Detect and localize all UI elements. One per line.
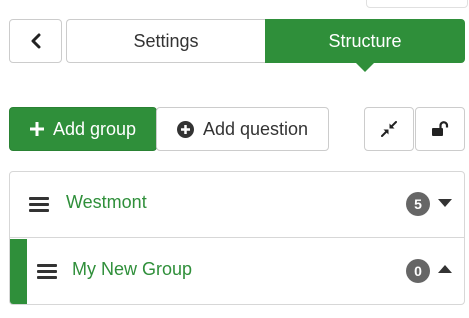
- tab-bar: Settings Structure: [9, 19, 465, 72]
- tab-settings-label: Settings: [133, 30, 199, 51]
- chevron-left-icon: [31, 33, 40, 49]
- tab-structure-label: Structure: [328, 30, 402, 51]
- collapse-all-button[interactable]: [364, 107, 414, 151]
- unlock-button[interactable]: [415, 107, 465, 151]
- back-button[interactable]: [9, 19, 62, 63]
- drag-handle-icon[interactable]: [29, 197, 49, 213]
- caret-up-icon[interactable]: [438, 265, 452, 273]
- add-group-button[interactable]: Add group: [9, 107, 157, 151]
- group-row-my-new-group[interactable]: My New Group 0: [10, 239, 464, 304]
- plus-icon: [29, 122, 44, 136]
- drag-handle-icon[interactable]: [37, 264, 57, 280]
- question-count-badge: 0: [406, 259, 430, 283]
- tab-settings[interactable]: Settings: [66, 19, 265, 63]
- group-row-westmont[interactable]: Westmont 5: [10, 172, 464, 238]
- question-group-list: Westmont 5 My New Group 0: [9, 171, 465, 305]
- caret-down-icon[interactable]: [438, 199, 452, 207]
- question-count-badge: 5: [406, 192, 430, 216]
- top-input-edge: [366, 0, 468, 8]
- group-name[interactable]: My New Group: [72, 259, 192, 280]
- structure-toolbar: Add group Add question: [9, 107, 465, 153]
- active-tab-caret: [355, 62, 375, 72]
- tab-group: Settings Structure: [66, 19, 465, 72]
- compress-icon: [381, 121, 397, 137]
- add-question-button[interactable]: Add question: [156, 107, 329, 151]
- add-group-label: Add group: [52, 118, 137, 139]
- tab-structure[interactable]: Structure: [265, 19, 465, 72]
- unlock-icon: [432, 121, 449, 136]
- selected-group-accent: [10, 239, 27, 304]
- group-name[interactable]: Westmont: [66, 192, 147, 213]
- add-question-label: Add question: [202, 118, 309, 139]
- plus-circle-icon: [176, 120, 194, 138]
- survey-structure-panel: Settings Structure Add group Add questio…: [0, 0, 469, 318]
